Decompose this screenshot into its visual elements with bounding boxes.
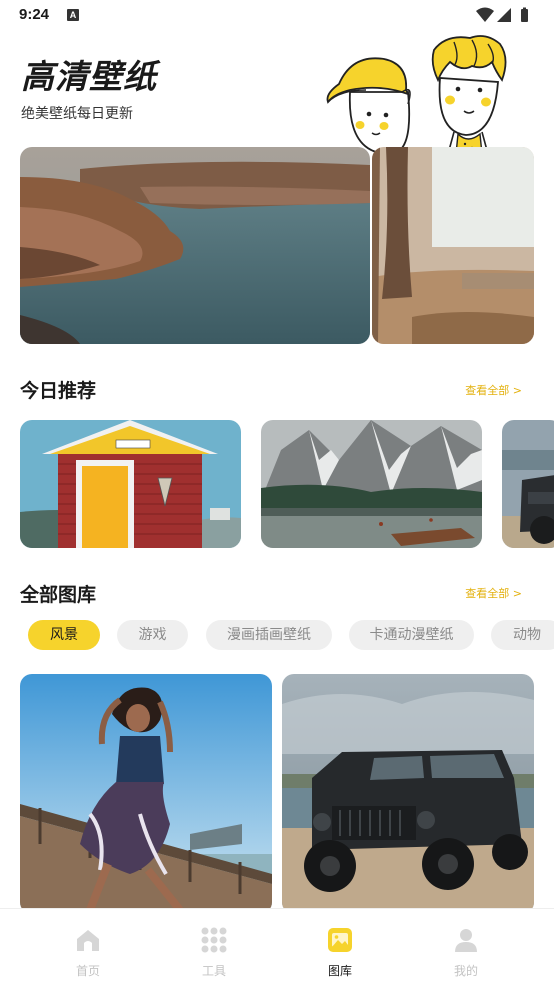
status-icons — [476, 7, 528, 22]
jeep-partial-image — [502, 420, 554, 548]
profile-icon — [455, 929, 477, 952]
category-chip-animals[interactable]: 动物 — [491, 620, 554, 650]
page-title: 高清壁纸 — [21, 57, 157, 96]
status-time: 9:24 — [19, 6, 50, 23]
page-subtitle: 绝美壁纸每日更新 — [21, 106, 133, 122]
category-chip-games[interactable]: 游戏 — [117, 620, 188, 650]
forest-tree-image — [372, 147, 534, 344]
wifi-icon — [476, 7, 494, 22]
nav-item-gallery[interactable]: 图库 — [300, 909, 380, 984]
gallery-card-dancer[interactable] — [20, 674, 272, 914]
bottom-navigation: 首页 工具 图库 我的 — [0, 908, 554, 984]
lake-landscape-image — [20, 147, 370, 344]
grid-icon — [201, 927, 227, 953]
nav-item-tools[interactable]: 工具 — [174, 909, 254, 984]
recommend-card-red-shed[interactable] — [20, 420, 241, 548]
recommend-card-mountain-lake[interactable] — [261, 420, 482, 548]
nav-label-profile: 我的 — [453, 964, 478, 978]
signal-icon — [497, 8, 511, 22]
nav-item-profile[interactable]: 我的 — [426, 909, 506, 984]
black-jeep-image — [282, 674, 534, 914]
home-icon — [77, 930, 99, 951]
red-shed-image — [20, 420, 241, 548]
category-chip-cartoon[interactable]: 卡通动漫壁纸 — [349, 620, 474, 650]
banner-slide-lake[interactable] — [20, 147, 370, 344]
category-chip-scenery[interactable]: 风景 — [28, 620, 100, 650]
category-chip-comic[interactable]: 漫画插画壁纸 — [206, 620, 332, 650]
battery-icon — [521, 9, 528, 22]
cartoon-characters-illustration — [326, 35, 507, 154]
nav-item-home[interactable]: 首页 — [48, 909, 128, 984]
dancer-on-pier-image — [20, 674, 272, 914]
banner-carousel[interactable] — [20, 147, 534, 344]
gallery-section-title: 全部图库 — [20, 584, 97, 606]
nav-label-tools: 工具 — [201, 964, 226, 978]
recommend-card-jeep-partial[interactable] — [502, 420, 554, 548]
nav-label-gallery: 图库 — [327, 964, 352, 978]
mountain-lake-image — [261, 420, 482, 548]
banner-slide-forest[interactable] — [372, 147, 534, 344]
gallery-icon — [328, 928, 352, 952]
category-chip-bar: 风景 游戏 漫画插画壁纸 卡通动漫壁纸 动物 — [28, 620, 554, 650]
status-bar: 9:24 A — [0, 0, 554, 30]
notification-icon: A — [67, 9, 79, 21]
recommend-section-title: 今日推荐 — [20, 380, 97, 402]
nav-label-home: 首页 — [75, 964, 100, 978]
gallery-see-all-link[interactable]: 查看全部 > — [465, 585, 522, 601]
recommend-see-all-link[interactable]: 查看全部 > — [465, 382, 522, 398]
gallery-card-jeep[interactable] — [282, 674, 534, 914]
